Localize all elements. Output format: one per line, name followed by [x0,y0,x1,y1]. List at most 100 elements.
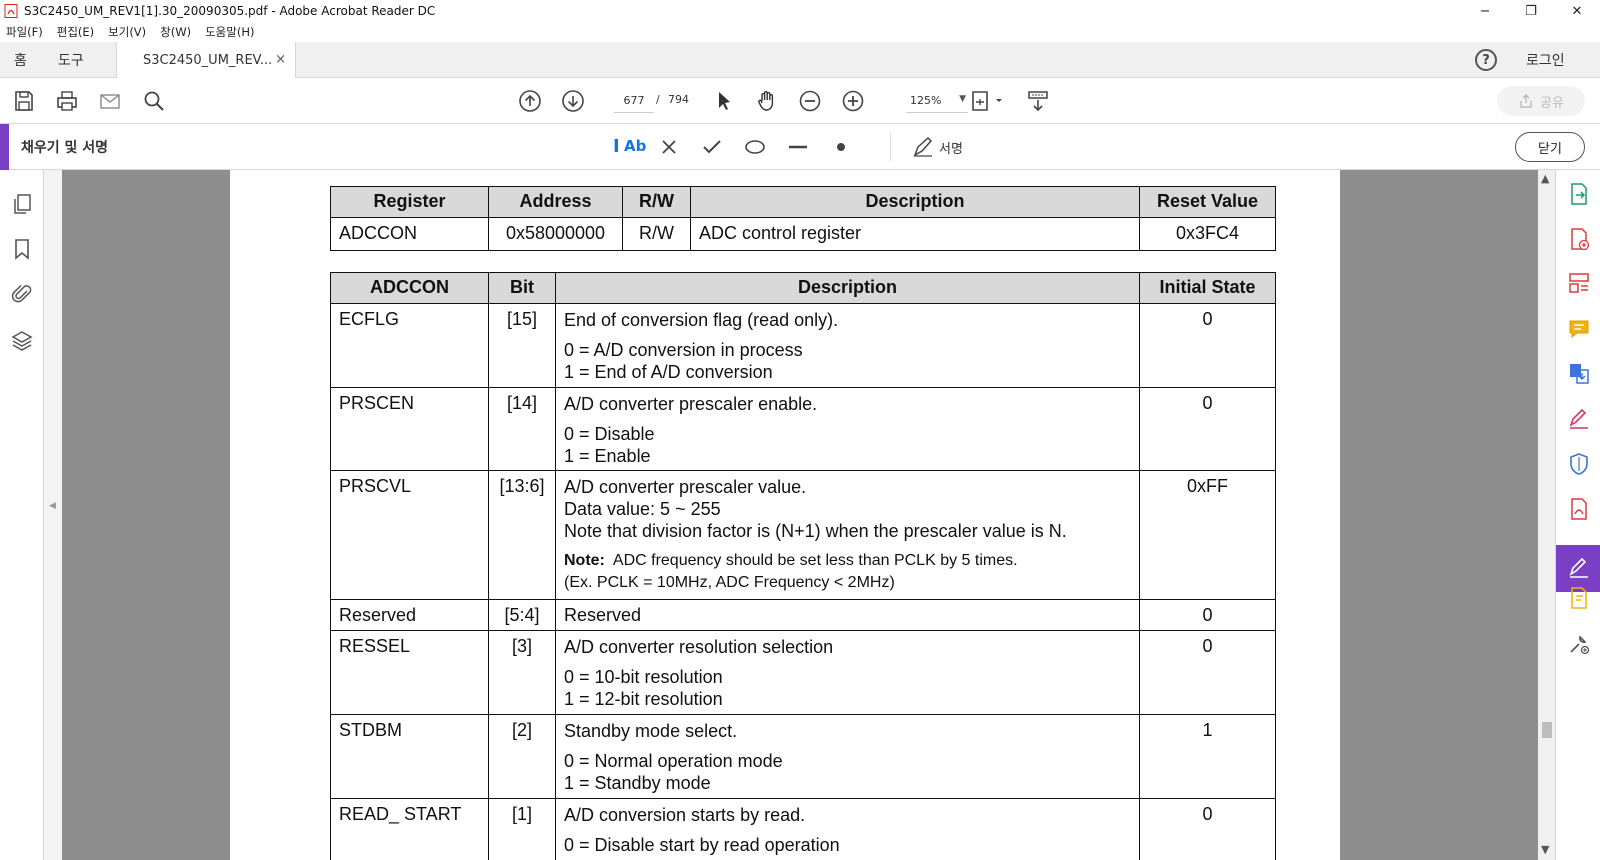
hand-tool-icon[interactable] [755,89,779,113]
description-text: End of conversion flag (read only). [564,310,839,330]
zoom-level-select[interactable]: 125% ▼ [906,89,968,113]
window-title: S3C2450_UM_REV1[1].30_20090305.pdf - Ado… [24,4,436,18]
description-line: Note that division factor is (N+1) when … [564,521,1067,541]
help-icon[interactable]: ? [1475,49,1497,71]
minimize-button[interactable]: − [1462,0,1508,22]
field-description: A/D converter prescaler enable. 0 = Disa… [555,387,1140,471]
description-text: A/D converter resolution selection [564,637,834,657]
field-name: STDBM [330,714,489,799]
menu-file[interactable]: 파일(F) [6,24,43,40]
field-bits: [14] [488,387,556,471]
table-header-cell: ADCCON [330,272,489,304]
tab-home[interactable]: 홈 [14,42,27,78]
save-icon[interactable] [12,89,36,113]
export-pdf-icon[interactable] [1567,182,1591,206]
menu-view[interactable]: 보기(V) [108,24,146,40]
more-tools-icon[interactable] [1567,632,1591,656]
next-page-icon[interactable] [561,89,585,113]
combine-files-icon[interactable] [1567,361,1591,385]
option-text: 0 = Disable [564,424,655,444]
cross-mark-icon[interactable] [657,135,681,159]
comment-icon[interactable] [1567,317,1591,341]
tab-document-label: S3C2450_UM_REV... [143,53,273,68]
checkmark-icon[interactable] [700,135,724,159]
fill-sign-toolbar: 채우기 및 서명 I Ab 서명 닫기 [0,124,1600,170]
scroll-mode-icon[interactable] [1026,89,1050,113]
layers-icon[interactable] [10,329,34,353]
table-header-cell: Description [555,272,1140,304]
collapse-left-panel[interactable]: ◀ [44,170,62,860]
field-name: ECFLG [330,303,489,388]
tab-document[interactable]: S3C2450_UM_REV... × [116,42,296,79]
note-text: ADC frequency should be set less than PC… [612,552,1018,569]
tab-tools[interactable]: 도구 [58,42,84,78]
page-number-input[interactable]: 677 [614,89,654,113]
line-icon[interactable] [786,135,810,159]
page-fit-icon[interactable] [970,89,1006,113]
select-cursor-icon[interactable] [712,89,736,113]
restore-button[interactable]: ❐ [1508,0,1554,22]
sign-tool-icon[interactable] [1567,556,1591,580]
fill-sign-tool-icon[interactable] [1567,407,1591,431]
send-comments-icon[interactable] [1567,586,1591,610]
field-name: RESSEL [330,630,489,715]
field-name: PRSCEN [330,387,489,471]
zoom-level-value: 125% [910,94,942,107]
menu-bar: 파일(F) 편집(E) 보기(V) 창(W) 도움말(H) [0,22,1600,42]
create-pdf-icon[interactable] [1567,227,1591,251]
field-bits: [3] [488,630,556,715]
share-label: 공유 [1540,95,1564,111]
circle-icon[interactable] [743,135,767,159]
table-cell: ADCCON [330,217,489,251]
share-button[interactable]: 공유 [1497,86,1585,116]
search-icon[interactable] [142,89,166,113]
vertical-scrollbar[interactable]: ▲ ▼ [1538,170,1555,860]
login-button[interactable]: 로그인 [1526,42,1565,78]
table-row: READ_ START [1] A/D conversion starts by… [330,798,1276,860]
scrollbar-thumb[interactable] [1542,722,1552,738]
field-bits: [5:4] [488,599,556,631]
bookmark-icon[interactable] [10,237,34,261]
title-bar: S3C2450_UM_REV1[1].30_20090305.pdf - Ado… [0,0,1600,22]
email-icon[interactable] [98,89,122,113]
table-header-cell: Reset Value [1139,186,1276,218]
option-text: 0 = 10-bit resolution [564,667,723,687]
organize-pages-icon[interactable] [1567,271,1591,295]
attachment-icon[interactable] [10,282,34,306]
close-window-button[interactable]: ✕ [1554,0,1600,22]
scroll-down-icon[interactable]: ▼ [1541,843,1549,856]
table-header-cell: Description [690,186,1140,218]
pen-sign-icon[interactable] [911,135,935,159]
field-initial-state: 0 [1139,599,1276,631]
field-initial-state: 0xFF [1139,470,1276,600]
document-viewport[interactable]: Register Address R/W Description Reset V… [62,170,1538,860]
sign-button[interactable]: 서명 [939,138,963,157]
field-description: A/D converter resolution selection 0 = 1… [555,630,1140,715]
description-text: A/D converter prescaler value. [564,477,807,497]
previous-page-icon[interactable] [518,89,542,113]
field-name: READ_ START [330,798,489,860]
menu-window[interactable]: 창(W) [160,24,191,40]
zoom-in-icon[interactable] [841,89,865,113]
close-tab-icon[interactable]: × [275,52,286,67]
dot-icon[interactable] [829,135,853,159]
add-text-button[interactable]: Ab [624,137,646,155]
pdf-file-icon [4,4,18,18]
zoom-out-icon[interactable] [798,89,822,113]
chevron-left-icon: ◀ [49,501,56,511]
option-text: 1 = Standby mode [564,773,711,793]
field-initial-state: 0 [1139,798,1276,860]
print-icon[interactable] [55,89,79,113]
adobe-pdf-icon[interactable] [1567,497,1591,521]
table-header-cell: Address [488,186,623,218]
field-bits: [1] [488,798,556,860]
close-fill-sign-button[interactable]: 닫기 [1515,132,1585,162]
protect-shield-icon[interactable] [1567,452,1591,476]
menu-help[interactable]: 도움말(H) [205,24,254,40]
field-description: End of conversion flag (read only). 0 = … [555,303,1140,388]
scroll-up-icon[interactable]: ▲ [1541,172,1549,185]
menu-edit[interactable]: 편집(E) [57,24,94,40]
chevron-down-icon: ▼ [959,94,966,104]
page-thumbnails-icon[interactable] [10,192,34,216]
left-nav-panel [0,170,44,860]
